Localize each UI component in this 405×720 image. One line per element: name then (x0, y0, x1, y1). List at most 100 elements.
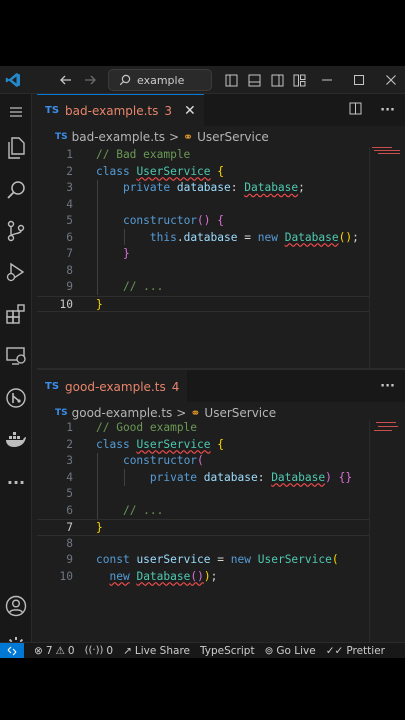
code-line-current: 7} (37, 519, 369, 536)
code-line: 2 class UserService { (66, 437, 225, 451)
command-center-search[interactable]: example (108, 69, 212, 91)
activity-bar: ··· (0, 94, 32, 655)
code-line: 3 constructor( (66, 454, 204, 467)
remote-indicator-icon[interactable] (0, 642, 24, 658)
tab-problem-count: 3 (164, 103, 173, 118)
git-graph-icon[interactable] (4, 386, 28, 410)
double-check-icon: ✓✓ (325, 644, 344, 657)
tab-filename: bad-example.ts (65, 103, 159, 118)
vscode-logo-icon (2, 70, 24, 90)
search-view-icon[interactable] (4, 178, 28, 202)
problems-status[interactable]: ⊗ 7 ⚠ 0 (34, 645, 75, 657)
live-share-status[interactable]: ↗ Live Share (123, 645, 190, 657)
toggle-secondary-sidebar-icon[interactable] (268, 70, 286, 90)
go-live-status[interactable]: ⊚ Go Live (265, 645, 316, 657)
more-actions-icon[interactable]: ··· (380, 379, 395, 394)
code-line: 9 // ... (66, 280, 164, 293)
code-line: 5 (66, 487, 73, 500)
prettier-status[interactable]: ✓✓ Prettier (326, 645, 385, 657)
go-live-icon: ⊚ (264, 644, 274, 657)
minimap-error-mark (374, 150, 400, 151)
typescript-file-icon: TS (45, 105, 60, 116)
class-symbol-icon: ⚭ (190, 406, 201, 420)
tab-good-example[interactable]: TS good-example.ts 4 (37, 370, 188, 402)
code-line: 8 (66, 536, 73, 550)
breadcrumb-symbol[interactable]: UserService (197, 130, 269, 144)
status-bar: ⊗ 7 ⚠ 0 ((·)) 0 ↗ Live Share TypeScript … (0, 642, 405, 658)
tab-filename: good-example.ts (65, 379, 166, 394)
source-control-icon[interactable] (4, 219, 28, 243)
menu-icon[interactable] (4, 100, 28, 124)
code-line: 1// Good example (66, 421, 198, 434)
typescript-file-icon: TS (45, 381, 60, 392)
minimap-error-mark (374, 430, 392, 431)
more-views-icon[interactable]: ··· (4, 470, 28, 494)
live-share-icon: ↗ (123, 644, 132, 657)
language-label: TypeScript (200, 644, 255, 657)
close-window-icon[interactable] (382, 70, 400, 90)
breadcrumb-separator: > (176, 406, 187, 420)
code-line: 9 const userService = new UserService( (66, 553, 339, 566)
code-line: 8 (66, 263, 73, 277)
go-live-label: Go Live (276, 644, 316, 657)
code-line: 4 private database: Database) {} (66, 470, 353, 484)
code-line: 6 // ... (66, 503, 164, 517)
live-share-label: Live Share (134, 644, 190, 657)
more-actions-icon[interactable]: ··· (380, 103, 395, 118)
minimap-error-mark (376, 422, 396, 423)
toggle-primary-sidebar-icon[interactable] (222, 70, 240, 90)
bottom-tab-actions: ··· (380, 370, 395, 402)
close-tab-icon[interactable]: ✕ (184, 103, 196, 119)
warning-count: 0 (67, 644, 75, 657)
code-line: 6 this.database = new Database(); (66, 230, 359, 244)
code-line-current: 10} (37, 295, 369, 312)
code-line: 2 class UserService { (66, 164, 225, 178)
language-mode[interactable]: TypeScript (200, 645, 255, 657)
maximize-window-icon[interactable] (350, 70, 368, 90)
code-line: 5 constructor() { (66, 214, 225, 227)
minimap-error-mark (378, 153, 400, 154)
minimize-window-icon[interactable] (318, 70, 336, 90)
ports-count: 0 (106, 644, 114, 657)
forward-arrow-icon[interactable] (80, 70, 100, 90)
class-symbol-icon: ⚭ (183, 130, 194, 144)
ports-status[interactable]: ((·)) 0 (85, 645, 113, 657)
run-and-debug-icon[interactable] (4, 260, 28, 284)
accounts-icon[interactable] (4, 594, 28, 618)
broadcast-icon: ((·)) (84, 645, 104, 656)
code-line: 3 private database: Database; (66, 181, 305, 194)
error-count: 7 (45, 644, 53, 657)
tab-bad-example[interactable]: TS bad-example.ts 3 ✕ (37, 94, 204, 126)
docker-icon[interactable] (4, 428, 28, 452)
toggle-panel-icon[interactable] (245, 70, 263, 90)
split-editor-icon[interactable] (349, 102, 362, 119)
remote-explorer-icon[interactable] (4, 344, 28, 368)
editor-group-sash[interactable] (37, 368, 405, 370)
breadcrumb-symbol[interactable]: UserService (204, 406, 276, 420)
warning-icon: ⚠ (55, 644, 65, 657)
typescript-file-icon: TS (55, 132, 68, 142)
breadcrumb-file[interactable]: bad-example.ts (72, 130, 165, 144)
explorer-icon[interactable] (4, 136, 28, 160)
customize-layout-icon[interactable] (290, 70, 308, 90)
code-editor-bottom[interactable]: 1// Good example 2 class UserService { 3 … (37, 420, 369, 585)
code-line: 1// Bad example (66, 148, 191, 161)
typescript-file-icon: TS (55, 408, 68, 418)
extensions-icon[interactable] (4, 302, 28, 326)
search-text: example (137, 73, 185, 87)
back-arrow-icon[interactable] (56, 70, 76, 90)
prettier-label: Prettier (346, 644, 385, 657)
breadcrumb-separator: > (168, 130, 180, 144)
error-icon: ⊗ (34, 644, 43, 657)
bottom-tab-bar: TS good-example.ts 4 ··· (37, 370, 405, 402)
breadcrumb: TS bad-example.ts > ⚭ UserService (37, 126, 405, 148)
code-editor-top[interactable]: 1// Bad example 2 class UserService { 3 p… (37, 147, 369, 312)
minimap-bottom[interactable] (369, 420, 405, 642)
code-line: 10 new Database()); (59, 569, 218, 583)
minimap-error-mark (378, 426, 398, 427)
tab-problem-count: 4 (171, 379, 180, 394)
search-icon (119, 74, 131, 86)
code-line: 7 } (66, 247, 130, 260)
minimap-top[interactable] (369, 147, 405, 368)
breadcrumb-file[interactable]: good-example.ts (72, 406, 173, 420)
